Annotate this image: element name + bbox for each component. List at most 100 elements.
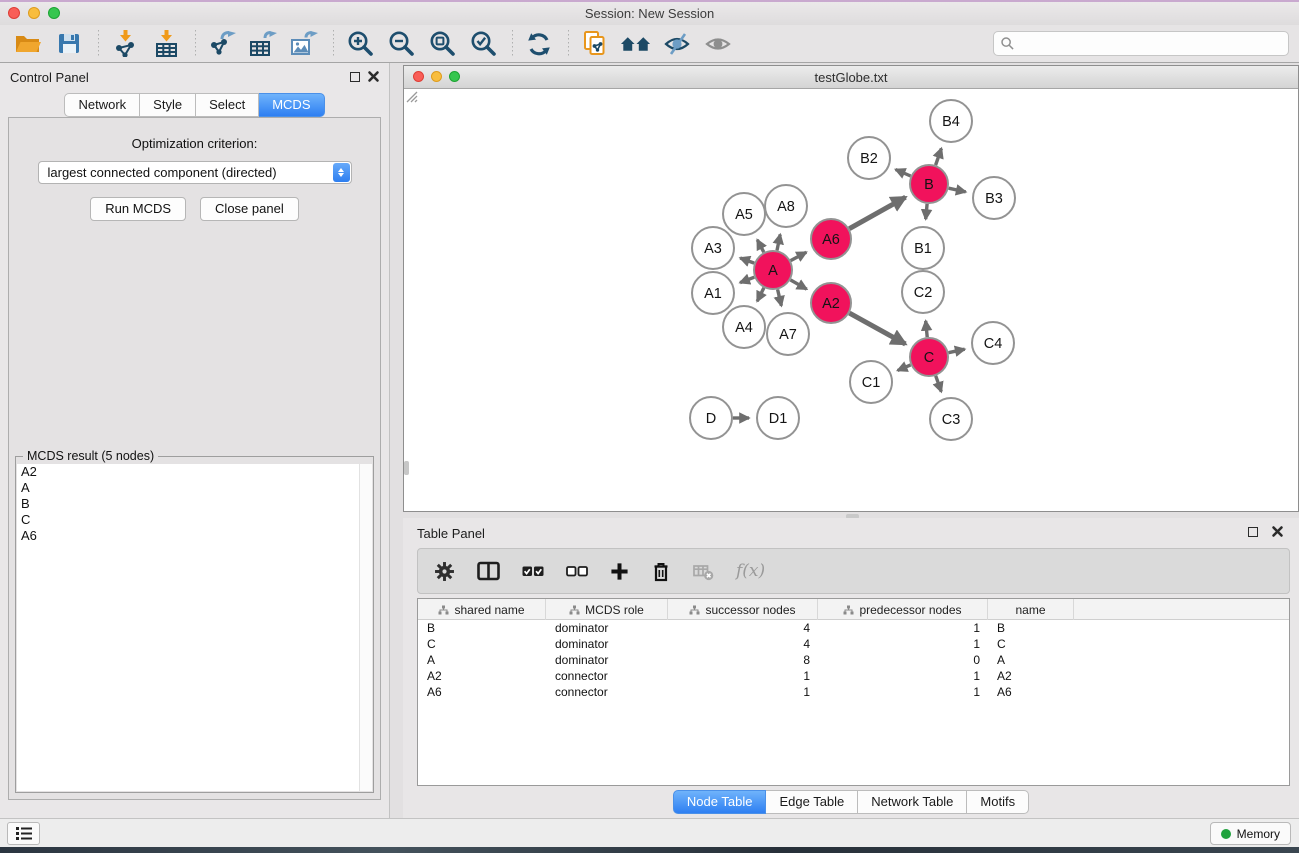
tab-mcds[interactable]: MCDS (259, 93, 324, 117)
column-header-successor-nodes[interactable]: successor nodes (668, 599, 818, 620)
graph-edge-A-A3[interactable] (740, 258, 754, 263)
graph-node-C3[interactable]: C3 (930, 398, 972, 440)
column-header-predecessor-nodes[interactable]: predecessor nodes (818, 599, 988, 620)
table-cell[interactable]: 1 (668, 684, 818, 700)
table-cell[interactable]: C (988, 636, 1074, 652)
table-cell[interactable]: dominator (546, 620, 668, 636)
table-cell[interactable]: 0 (818, 652, 988, 668)
mcds-result-item[interactable]: C (17, 512, 359, 528)
graph-node-D[interactable]: D (690, 397, 732, 439)
graph-node-C[interactable]: C (910, 338, 948, 376)
graph-edge-C-C3[interactable] (936, 376, 942, 392)
delete-table-button[interactable] (693, 556, 714, 586)
optimization-criterion-select[interactable]: largest connected component (directed) (38, 161, 352, 184)
graph-node-B2[interactable]: B2 (848, 137, 890, 179)
graph-node-A2[interactable]: A2 (811, 283, 851, 323)
run-mcds-button[interactable]: Run MCDS (90, 197, 186, 221)
task-history-button[interactable] (7, 822, 40, 845)
tab-node-table[interactable]: Node Table (673, 790, 767, 814)
deselect-all-columns-button[interactable] (566, 556, 588, 586)
graph-node-A1[interactable]: A1 (692, 272, 734, 314)
table-cell[interactable]: A6 (988, 684, 1074, 700)
refresh-button[interactable] (523, 28, 555, 60)
table-cell[interactable]: A2 (988, 668, 1074, 684)
column-header-shared-name[interactable]: shared name (418, 599, 546, 620)
graph-edge-A-A5[interactable] (757, 240, 764, 252)
close-panel-icon[interactable] (367, 70, 380, 83)
resize-grip-icon[interactable] (404, 89, 418, 103)
table-cell[interactable]: A6 (418, 684, 546, 700)
table-cell[interactable]: 1 (668, 668, 818, 684)
graph-edge-A-A6[interactable] (791, 252, 807, 260)
float-panel-icon[interactable] (350, 72, 360, 82)
table-settings-button[interactable] (434, 556, 455, 586)
import-table-button[interactable] (150, 28, 182, 60)
network-canvas[interactable]: B4B2BB3A8A5A6A3B1AA1C2A2A4A7CC4C1C3DD1 (404, 89, 1298, 511)
mcds-result-list[interactable]: A2ABCA6 (17, 464, 359, 791)
tab-network[interactable]: Network (64, 93, 140, 117)
graph-node-C2[interactable]: C2 (902, 271, 944, 313)
table-row[interactable]: Adominator80A (418, 652, 1289, 668)
table-cell[interactable]: connector (546, 668, 668, 684)
graph-node-C4[interactable]: C4 (972, 322, 1014, 364)
table-row[interactable]: Cdominator41C (418, 636, 1289, 652)
graph-node-A8[interactable]: A8 (765, 185, 807, 227)
column-header-name[interactable]: name (988, 599, 1074, 620)
table-cell[interactable]: A2 (418, 668, 546, 684)
graph-edge-A-A2[interactable] (790, 280, 806, 289)
table-cell[interactable]: dominator (546, 652, 668, 668)
graph-edge-A-A8[interactable] (777, 234, 780, 250)
mcds-result-item[interactable]: A (17, 480, 359, 496)
table-cell[interactable]: C (418, 636, 546, 652)
graph-edge-B-B2[interactable] (896, 170, 911, 177)
zoom-fit-button[interactable] (426, 28, 458, 60)
tab-network-table[interactable]: Network Table (858, 790, 967, 814)
vertical-scroll-indicator[interactable] (404, 461, 409, 475)
graph-edge-B-B4[interactable] (936, 148, 942, 165)
tab-edge-table[interactable]: Edge Table (766, 790, 858, 814)
home-button[interactable] (620, 28, 652, 60)
table-cell[interactable]: 1 (818, 620, 988, 636)
graph-node-A[interactable]: A (754, 251, 792, 289)
mcds-result-scrollbar[interactable] (359, 464, 372, 791)
graph-node-D1[interactable]: D1 (757, 397, 799, 439)
close-panel-button[interactable]: Close panel (200, 197, 299, 221)
table-row[interactable]: Bdominator41B (418, 620, 1289, 636)
table-cell[interactable]: 1 (818, 668, 988, 684)
graph-node-B3[interactable]: B3 (973, 177, 1015, 219)
close-table-panel-icon[interactable] (1271, 525, 1284, 538)
mcds-result-item[interactable]: A2 (17, 464, 359, 480)
table-cell[interactable]: 8 (668, 652, 818, 668)
zoom-in-button[interactable] (344, 28, 376, 60)
table-cell[interactable]: A (418, 652, 546, 668)
graph-edge-A6-B[interactable] (849, 197, 905, 229)
graph-node-B1[interactable]: B1 (902, 227, 944, 269)
new-network-from-selection-button[interactable] (579, 28, 611, 60)
table-row[interactable]: A6connector11A6 (418, 684, 1289, 700)
graph-edge-A2-C[interactable] (849, 313, 905, 344)
graph-node-A3[interactable]: A3 (692, 227, 734, 269)
memory-button[interactable]: Memory (1210, 822, 1291, 845)
graph-edge-A-A1[interactable] (740, 277, 754, 282)
zoom-selected-button[interactable] (467, 28, 499, 60)
split-panel-button[interactable] (477, 556, 500, 586)
graph-edge-C-C4[interactable] (949, 349, 965, 353)
mcds-result-item[interactable]: A6 (17, 528, 359, 544)
export-table-button[interactable] (247, 28, 279, 60)
graph-edge-C-C1[interactable] (898, 365, 911, 371)
search-field[interactable] (993, 31, 1289, 56)
graph-node-C1[interactable]: C1 (850, 361, 892, 403)
table-cell[interactable]: B (988, 620, 1074, 636)
graph-node-B4[interactable]: B4 (930, 100, 972, 142)
mcds-result-item[interactable]: B (17, 496, 359, 512)
graph-node-A7[interactable]: A7 (767, 313, 809, 355)
table-cell[interactable]: 4 (668, 620, 818, 636)
import-network-button[interactable] (109, 28, 141, 60)
table-cell[interactable]: B (418, 620, 546, 636)
tab-style[interactable]: Style (140, 93, 196, 117)
table-cell[interactable]: connector (546, 684, 668, 700)
graph-edge-B-B1[interactable] (926, 204, 927, 219)
hide-graphics-details-button[interactable] (661, 28, 693, 60)
graph-edge-C-C2[interactable] (926, 321, 928, 337)
open-session-button[interactable] (12, 28, 44, 60)
